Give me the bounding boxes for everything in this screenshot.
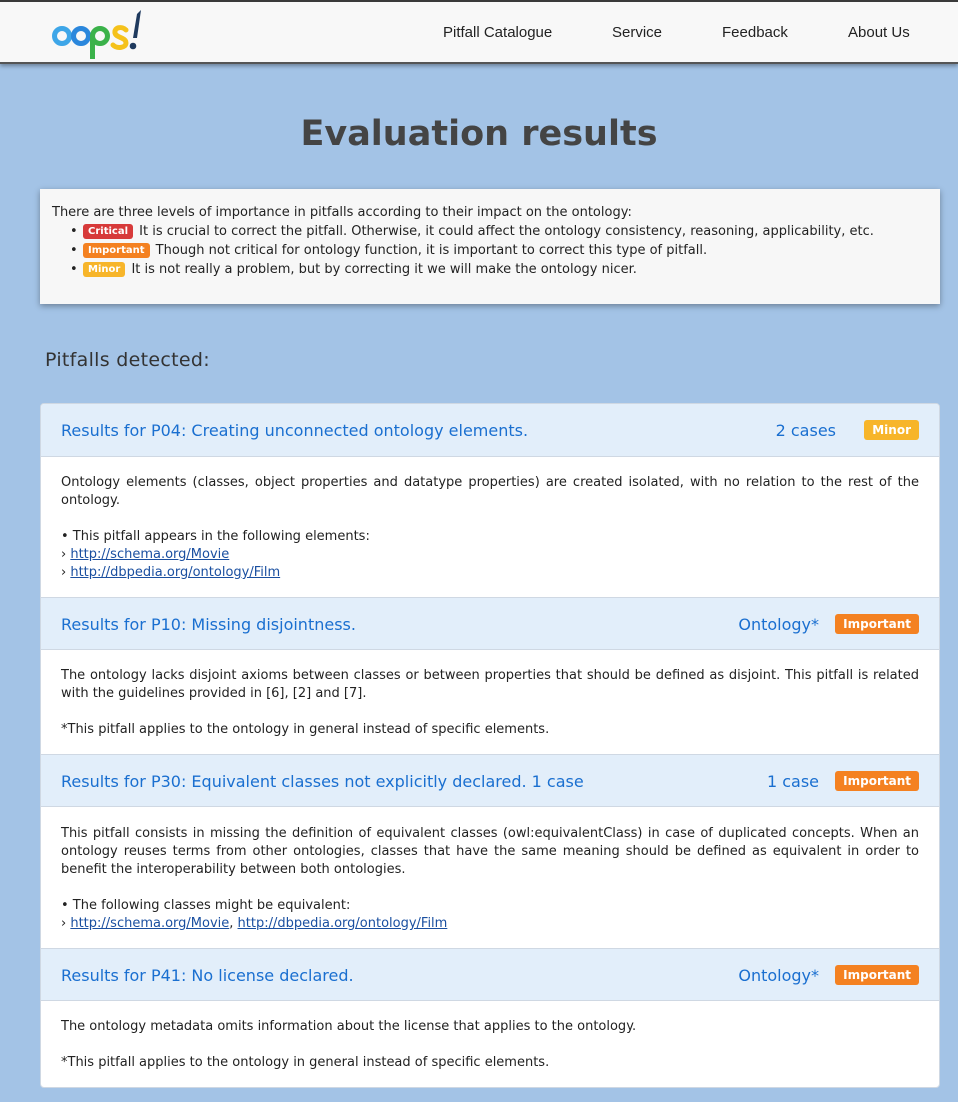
pitfall-description: The ontology lacks disjoint axioms betwe… [61,668,919,701]
important-badge: Important [835,771,919,791]
pitfall-header-p30[interactable]: Results for P30: Equivalent classes not … [41,754,939,807]
critical-badge: Critical [83,224,134,239]
legend-item-minor: Minor It is not really a problem, but by… [70,260,928,279]
pitfall-description: Ontology elements (classes, object prope… [61,475,919,508]
legend-text: It is crucial to correct the pitfall. Ot… [139,224,874,239]
pitfall-title[interactable]: Results for P41: No license declared. [61,966,354,985]
element-link[interactable]: http://schema.org/Movie [70,547,229,562]
element-link[interactable]: http://dbpedia.org/ontology/Film [70,565,280,580]
legend-item-important: Important Though not critical for ontolo… [70,241,928,260]
pitfall-cases: 2 cases [775,421,836,440]
element-link-row: › http://dbpedia.org/ontology/Film [61,565,281,580]
important-badge: Important [83,243,150,258]
pitfall-header-p41[interactable]: Results for P41: No license declared. On… [41,948,939,1001]
top-navbar: Pitfall Catalogue Service Feedback About… [0,0,958,64]
pitfall-note: *This pitfall applies to the ontology in… [61,1055,550,1070]
legend-text: It is not really a problem, but by corre… [131,262,637,277]
pitfall-body-p04: Ontology elements (classes, object prope… [61,474,919,582]
page-title: Evaluation results [300,114,658,154]
pitfall-header-p10[interactable]: Results for P10: Missing disjointness. O… [41,597,939,650]
element-link-row: › http://schema.org/Movie, http://dbpedi… [61,916,448,931]
important-badge: Important [835,614,919,634]
element-link[interactable]: http://dbpedia.org/ontology/Film [238,916,448,931]
pitfall-title[interactable]: Results for P10: Missing disjointness. [61,615,356,634]
pitfall-note: *This pitfall applies to the ontology in… [61,722,550,737]
legend-intro: There are three levels of importance in … [52,205,632,220]
nav-pitfall-catalogue[interactable]: Pitfall Catalogue [443,24,552,41]
pitfall-title[interactable]: Results for P30: Equivalent classes not … [61,772,584,791]
pitfall-body-p10: The ontology lacks disjoint axioms betwe… [61,667,919,739]
pitfall-elements-label: • This pitfall appears in the following … [61,529,370,544]
pitfall-body-p30: This pitfall consists in missing the def… [61,825,919,933]
nav-about-us[interactable]: About Us [848,24,910,41]
pitfalls-panel: Results for P04: Creating unconnected on… [40,403,940,1088]
legend-text: Though not critical for ontology functio… [155,243,708,258]
legend-list: Critical It is crucial to correct the pi… [70,222,928,279]
minor-badge: Minor [864,420,919,440]
minor-badge: Minor [83,262,126,277]
pitfall-body-p41: The ontology metadata omits information … [61,1018,919,1072]
nav-service[interactable]: Service [612,24,662,41]
legend-item-critical: Critical It is crucial to correct the pi… [70,222,928,241]
element-link[interactable]: http://schema.org/Movie [70,916,229,931]
pitfall-description: The ontology metadata omits information … [61,1019,637,1034]
pitfall-description: This pitfall consists in missing the def… [61,826,919,877]
nav-feedback[interactable]: Feedback [722,24,788,41]
oops-logo[interactable] [52,7,152,63]
element-link-row: › http://schema.org/Movie [61,547,230,562]
pitfall-cases: Ontology* [738,615,819,634]
pitfall-title[interactable]: Results for P04: Creating unconnected on… [61,421,528,440]
section-title: Pitfalls detected: [45,349,210,371]
pitfall-cases: 1 case [766,772,819,791]
important-badge: Important [835,965,919,985]
pitfall-header-p04[interactable]: Results for P04: Creating unconnected on… [41,404,939,457]
importance-legend: There are three levels of importance in … [40,189,940,304]
pitfall-elements-label: • The following classes might be equival… [61,898,351,913]
pitfall-cases: Ontology* [738,966,819,985]
